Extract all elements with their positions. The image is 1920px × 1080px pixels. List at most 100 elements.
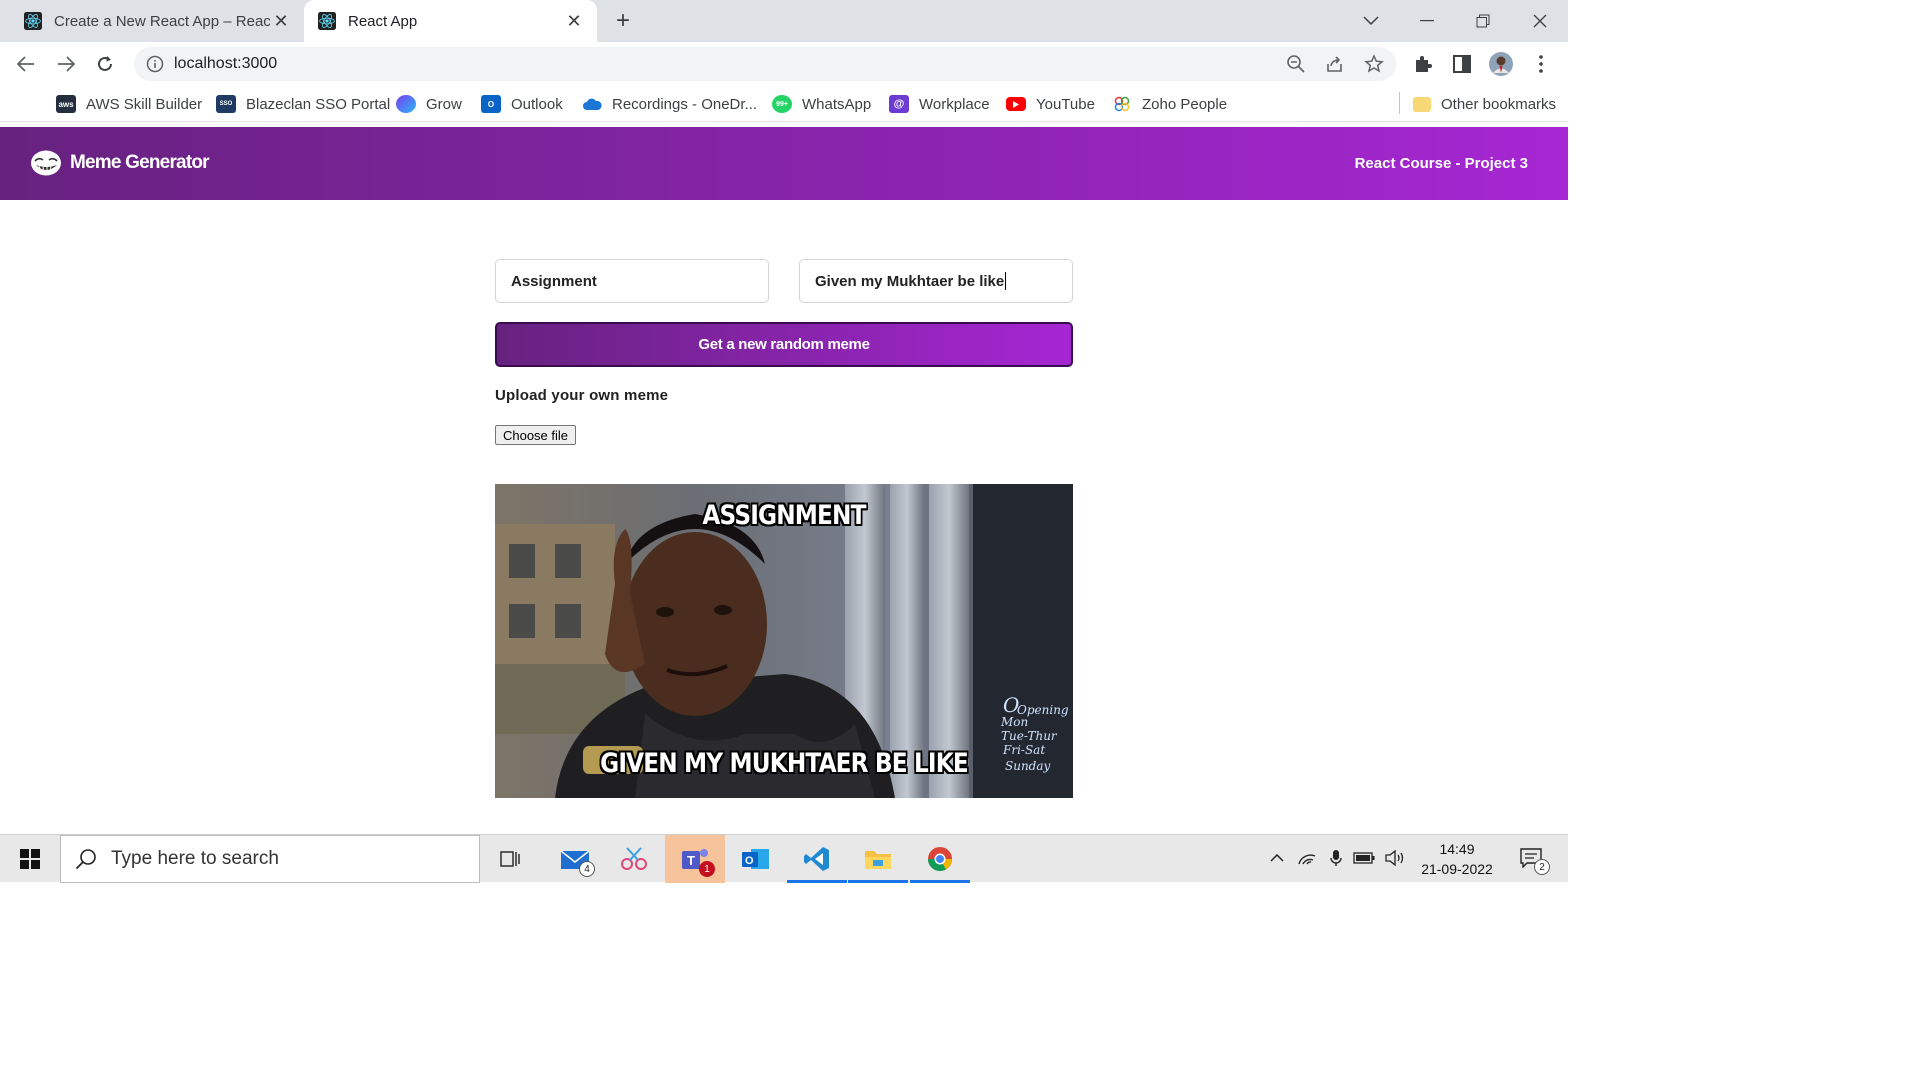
folder-icon bbox=[865, 851, 891, 869]
troll-face-icon bbox=[31, 150, 61, 176]
show-hidden-icons-chevron-icon[interactable] bbox=[1266, 847, 1288, 869]
system-clock[interactable]: 14:49 21-09-2022 bbox=[1412, 839, 1502, 879]
bookmark-label: Blazeclan SSO Portal bbox=[246, 95, 391, 113]
bookmark-label: Recordings - OneDr... bbox=[612, 95, 758, 113]
chrome-app[interactable] bbox=[910, 835, 970, 883]
top-text-input[interactable]: Assignment bbox=[495, 259, 769, 303]
bookmark-workplace[interactable]: @ Workplace bbox=[889, 92, 990, 116]
browser-menu-icon[interactable] bbox=[1529, 52, 1553, 76]
url-text: localhost:3000 bbox=[174, 55, 278, 72]
app-title: Meme Generator bbox=[70, 152, 210, 173]
teams-badge: 1 bbox=[699, 861, 715, 877]
close-icon[interactable]: ✕ bbox=[563, 10, 585, 32]
new-tab-button[interactable]: + bbox=[608, 8, 638, 34]
choose-file-button[interactable]: Choose file bbox=[495, 425, 576, 445]
sso-icon: SSO bbox=[216, 95, 236, 113]
bookmark-zoho-people[interactable]: Zoho People bbox=[1112, 92, 1227, 116]
bookmark-label: Workplace bbox=[919, 95, 990, 113]
share-icon[interactable] bbox=[1325, 54, 1345, 74]
bookmarks-separator bbox=[1399, 92, 1400, 114]
battery-icon[interactable] bbox=[1353, 847, 1375, 869]
tab-search-chevron-icon[interactable] bbox=[1343, 0, 1399, 42]
svg-text:T: T bbox=[687, 853, 695, 868]
forward-button[interactable] bbox=[50, 48, 82, 80]
taskbar-search[interactable]: Type here to search bbox=[60, 835, 480, 883]
browser-toolbar: localhost:3000 bbox=[0, 42, 1568, 86]
bookmark-label: WhatsApp bbox=[802, 95, 872, 113]
task-view-icon bbox=[500, 851, 520, 867]
close-icon[interactable]: ✕ bbox=[270, 10, 292, 32]
wifi-icon[interactable] bbox=[1296, 847, 1318, 869]
search-icon bbox=[75, 849, 96, 870]
top-text-value: Assignment bbox=[511, 272, 597, 290]
windows-taskbar: Type here to search 4 T 1 O 14:49 21-09-… bbox=[0, 834, 1568, 883]
start-button[interactable] bbox=[0, 835, 60, 883]
bookmark-youtube[interactable]: YouTube bbox=[1006, 92, 1095, 116]
react-icon bbox=[318, 12, 336, 30]
svg-text:Mon: Mon bbox=[1000, 715, 1028, 729]
bookmark-recordings-onedrive[interactable]: Recordings - OneDr... bbox=[582, 92, 757, 116]
side-panel-icon[interactable] bbox=[1450, 52, 1474, 76]
svg-text:O: O bbox=[745, 855, 754, 867]
bookmark-whatsapp[interactable]: 99+ WhatsApp bbox=[772, 92, 871, 116]
folder-icon bbox=[1413, 96, 1431, 112]
meme-bottom-text: GIVEN MY MUKHTAER BE LIKE bbox=[600, 748, 969, 779]
react-icon bbox=[24, 12, 42, 30]
reload-icon bbox=[98, 56, 112, 71]
new-meme-button[interactable]: Get a new random meme bbox=[495, 322, 1073, 367]
chrome-icon bbox=[928, 847, 952, 872]
microphone-icon[interactable] bbox=[1325, 847, 1347, 869]
meme-top-text: ASSIGNMENT bbox=[702, 500, 866, 531]
notification-center-button[interactable]: 2 bbox=[1516, 847, 1550, 875]
mail-badge: 4 bbox=[579, 861, 595, 877]
app-header: Meme Generator React Course - Project 3 bbox=[0, 127, 1568, 200]
bookmark-grow[interactable]: Grow bbox=[396, 92, 462, 116]
bookmark-blazeclan-sso[interactable]: SSO Blazeclan SSO Portal bbox=[216, 92, 390, 116]
bottom-text-input[interactable]: Given my Mukhtaer be like bbox=[799, 259, 1073, 303]
address-bar[interactable]: localhost:3000 bbox=[134, 47, 1396, 81]
info-icon[interactable] bbox=[146, 55, 164, 73]
close-window-button[interactable] bbox=[1512, 0, 1568, 42]
zoom-out-icon[interactable] bbox=[1286, 54, 1306, 74]
bookmark-label: Grow bbox=[426, 95, 462, 113]
vscode-app[interactable] bbox=[787, 835, 847, 883]
minimize-button[interactable] bbox=[1399, 0, 1455, 42]
project-label: React Course - Project 3 bbox=[1354, 155, 1528, 172]
mail-app[interactable]: 4 bbox=[545, 835, 605, 883]
clock-time: 14:49 bbox=[1439, 841, 1475, 857]
tab-create-react-app[interactable]: Create a New React App – React ✕ bbox=[0, 0, 304, 42]
bookmark-label: Other bookmarks bbox=[1441, 95, 1557, 113]
file-explorer-app[interactable] bbox=[848, 835, 908, 883]
task-view-button[interactable] bbox=[480, 835, 540, 883]
notification-badge: 2 bbox=[1534, 859, 1550, 875]
tab-title: Create a New React App – React bbox=[54, 12, 270, 30]
snip-sketch-app[interactable] bbox=[604, 835, 664, 883]
reload-button[interactable] bbox=[89, 48, 121, 80]
zoho-people-icon bbox=[1112, 95, 1132, 113]
snip-sketch-icon bbox=[621, 847, 647, 870]
restore-button[interactable] bbox=[1455, 0, 1511, 42]
meme-image: O Opening Mon Tue-Thur Fri-Sat Sunday AS… bbox=[495, 484, 1073, 798]
tab-react-app[interactable]: React App ✕ bbox=[304, 0, 597, 42]
svg-text:Tue-Thur: Tue-Thur bbox=[1001, 729, 1058, 743]
text-caret bbox=[1005, 272, 1007, 290]
vscode-icon bbox=[804, 847, 829, 871]
star-icon[interactable] bbox=[1364, 54, 1384, 74]
teams-app[interactable]: T 1 bbox=[665, 835, 725, 883]
bookmark-aws-skill-builder[interactable]: aws AWS Skill Builder bbox=[56, 92, 202, 116]
other-bookmarks[interactable]: Other bookmarks bbox=[1413, 92, 1556, 116]
bookmark-label: Outlook bbox=[511, 95, 563, 113]
outlook-app[interactable]: O bbox=[726, 835, 786, 883]
bookmark-label: Zoho People bbox=[1142, 95, 1228, 113]
bookmarks-bar: aws AWS Skill Builder SSO Blazeclan SSO … bbox=[0, 86, 1568, 122]
back-button[interactable] bbox=[10, 48, 42, 80]
upload-label: Upload your own meme bbox=[495, 387, 669, 404]
extensions-puzzle-icon[interactable] bbox=[1411, 52, 1435, 76]
volume-icon[interactable] bbox=[1384, 847, 1406, 869]
profile-avatar[interactable] bbox=[1489, 52, 1513, 76]
bookmark-outlook[interactable]: O Outlook bbox=[481, 92, 563, 116]
grow-icon bbox=[396, 95, 416, 113]
tab-strip: Create a New React App – React ✕ React A… bbox=[0, 0, 1568, 42]
windows-logo-icon bbox=[20, 849, 40, 869]
tab-title: React App bbox=[348, 12, 418, 30]
